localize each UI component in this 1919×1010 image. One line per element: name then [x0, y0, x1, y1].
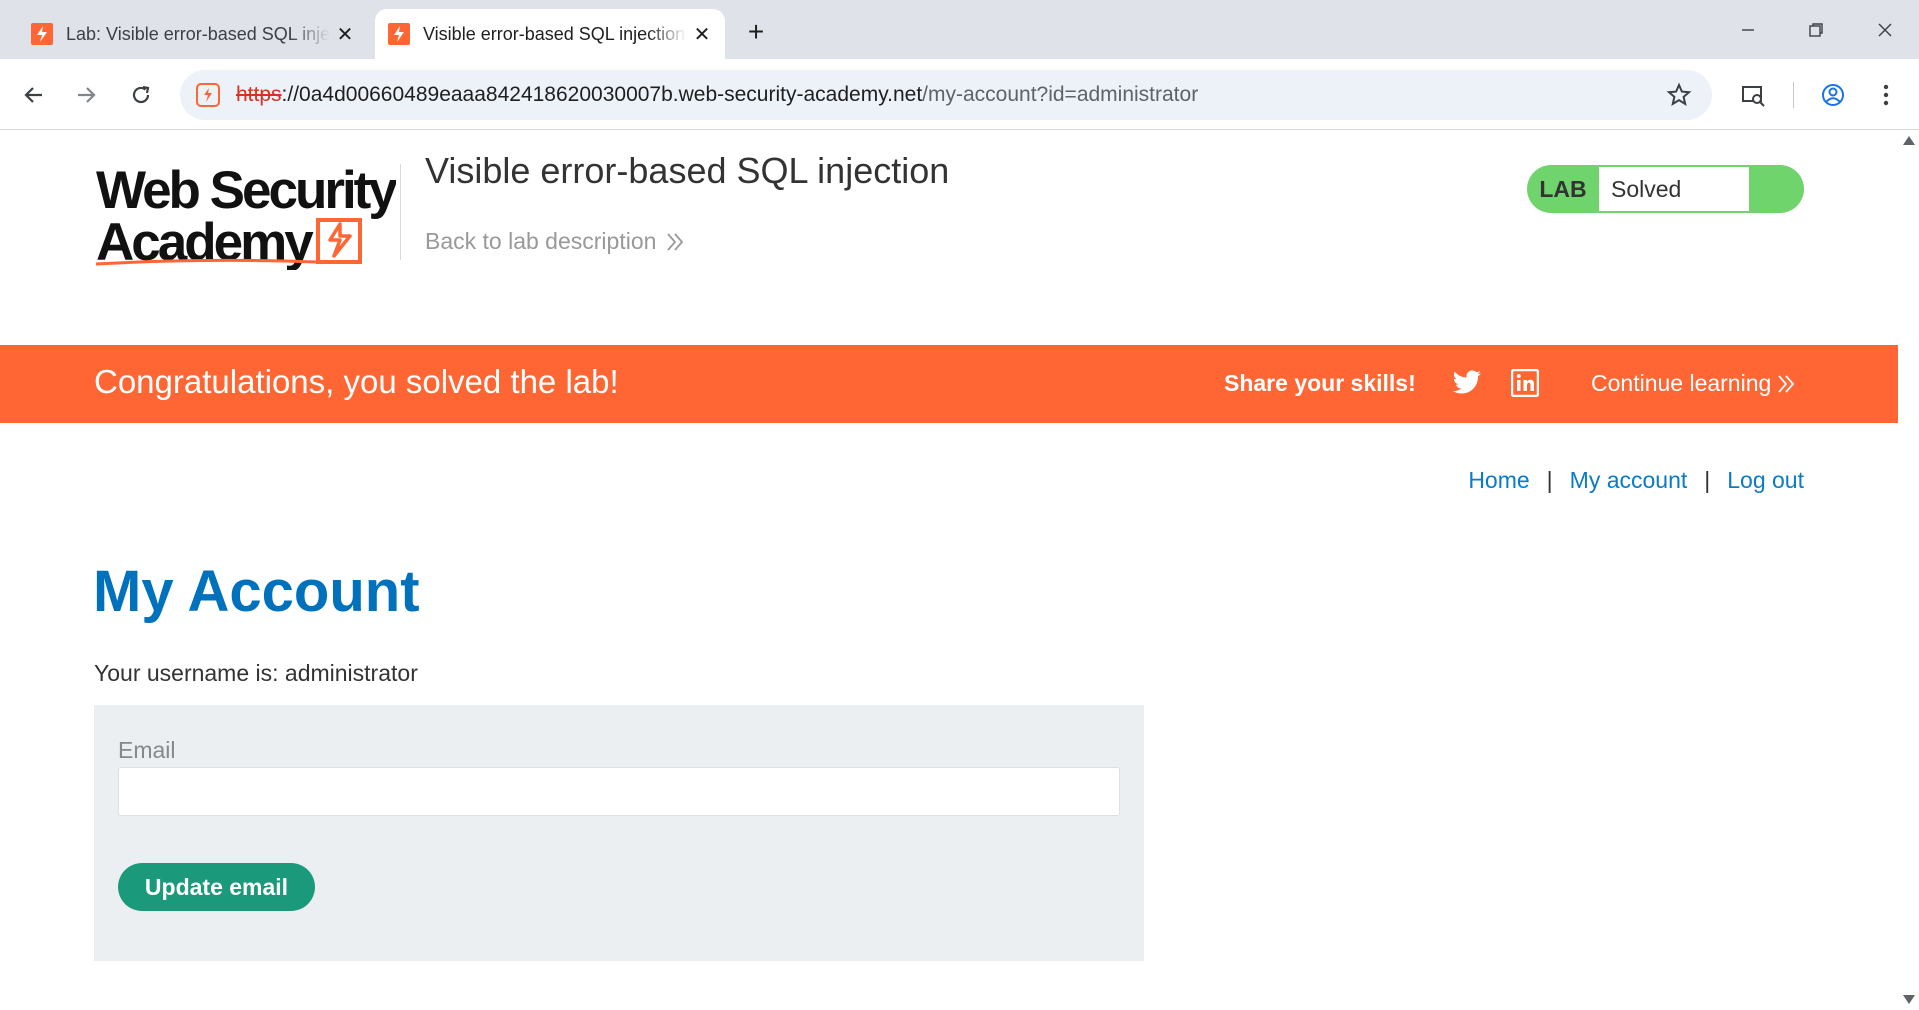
double-chevron-right-icon — [1777, 374, 1795, 394]
forward-arrow-icon[interactable] — [66, 75, 106, 115]
url-host: 0a4d00660489eaaa842418620030007b.web-sec… — [299, 83, 923, 106]
nav-separator: | — [1546, 467, 1553, 493]
portswigger-favicon-icon — [30, 22, 54, 46]
nav-home-link[interactable]: Home — [1468, 467, 1529, 494]
web-security-academy-logo[interactable]: Web Security Academy — [95, 160, 401, 272]
site-info-icon[interactable] — [194, 81, 222, 109]
email-input[interactable] — [118, 767, 1120, 816]
lab-title: Visible error-based SQL injection — [425, 150, 950, 191]
lab-status-text: Solved — [1599, 167, 1749, 211]
restore-icon[interactable] — [1788, 10, 1844, 50]
lab-badge: LAB — [1539, 175, 1587, 202]
portswigger-favicon-icon — [387, 22, 411, 46]
tab-close-icon[interactable]: ✕ — [330, 19, 360, 49]
tab-search-icon[interactable] — [1733, 75, 1773, 115]
nav-separator: | — [1704, 467, 1711, 493]
page-title: My Account — [93, 559, 420, 624]
back-to-lab-link[interactable]: Back to lab description — [425, 228, 684, 255]
page-content: Web Security Academy Visible error-based… — [0, 130, 1898, 1010]
address-bar[interactable]: https://0a4d00660489eaaa842418620030007b… — [180, 70, 1712, 120]
browser-tab-active[interactable]: Visible error-based SQL injection ✕ — [375, 9, 725, 59]
solved-banner: Congratulations, you solved the lab! Sha… — [0, 345, 1898, 423]
logo-line1: Web Security — [96, 161, 396, 220]
url-scheme: https — [236, 83, 282, 106]
twitter-icon[interactable] — [1451, 367, 1483, 399]
nav-my-account-link[interactable]: My account — [1570, 467, 1688, 494]
congratulations-message: Congratulations, you solved the lab! — [94, 363, 619, 400]
url-text[interactable]: https://0a4d00660489eaaa842418620030007b… — [236, 83, 1198, 107]
continue-learning-link[interactable]: Continue learning — [1591, 370, 1795, 397]
scroll-down-arrow-icon[interactable] — [1903, 995, 1915, 1004]
page-scrollbar[interactable] — [1898, 130, 1919, 1010]
email-label: Email — [118, 737, 176, 763]
profile-icon[interactable] — [1813, 75, 1853, 115]
lab-status-widget: LAB Solved — [1527, 165, 1804, 213]
url-path: /my-account?id=administrator — [922, 83, 1199, 106]
nav-log-out-link[interactable]: Log out — [1727, 467, 1804, 494]
tab-close-icon[interactable]: ✕ — [687, 19, 717, 49]
update-email-button[interactable]: Update email — [118, 863, 315, 911]
tab-title: Lab: Visible error-based SQL injection — [66, 23, 330, 44]
tab-title: Visible error-based SQL injection — [423, 23, 686, 44]
back-link-label: Back to lab description — [425, 228, 657, 254]
browser-menu-icon[interactable] — [1866, 75, 1906, 115]
scroll-up-arrow-icon[interactable] — [1903, 136, 1915, 145]
close-window-icon[interactable] — [1857, 10, 1913, 50]
header-divider — [400, 164, 401, 260]
minimize-icon[interactable] — [1720, 10, 1776, 50]
username-text: Your username is: administrator — [94, 660, 418, 686]
continue-learning-label: Continue learning — [1591, 370, 1772, 396]
update-email-form: Email Update email — [94, 705, 1144, 961]
double-chevron-right-icon — [666, 232, 684, 252]
browser-tab-lab[interactable]: Lab: Visible error-based SQL injection ✕ — [18, 9, 368, 59]
new-tab-button[interactable]: + — [738, 14, 774, 50]
linkedin-icon[interactable] — [1509, 367, 1541, 399]
share-skills-label: Share your skills! — [1224, 370, 1416, 396]
browser-toolbar: https://0a4d00660489eaaa842418620030007b… — [0, 59, 1919, 130]
browser-tab-strip: Lab: Visible error-based SQL injection ✕… — [0, 0, 1919, 59]
top-navigation: Home | My account | Log out — [1468, 467, 1804, 494]
url-separator: :// — [281, 83, 300, 106]
toolbar-divider — [1793, 82, 1794, 108]
bookmark-star-icon[interactable] — [1666, 82, 1692, 108]
back-arrow-icon[interactable] — [14, 75, 54, 115]
reload-icon[interactable] — [121, 75, 161, 115]
